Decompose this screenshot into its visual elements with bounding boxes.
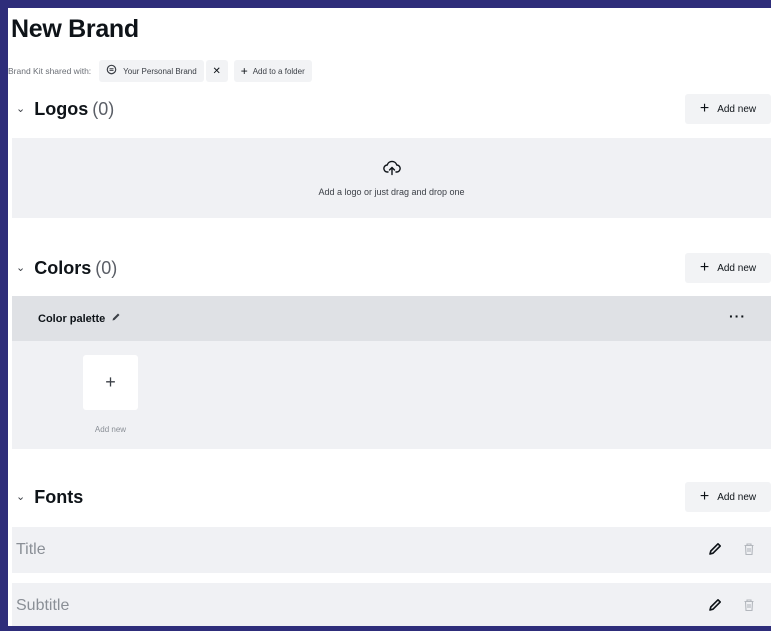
chevron-down-icon: ⌄ — [16, 490, 26, 503]
logos-title: Logos — [34, 98, 89, 119]
share-label: Brand Kit shared with: — [8, 66, 92, 76]
fonts-add-new-button[interactable]: + Add new — [685, 482, 771, 512]
plus-icon: + — [699, 488, 710, 505]
font-row-subtitle[interactable]: Subtitle — [12, 583, 771, 626]
font-name: Subtitle — [16, 597, 70, 614]
brand-icon — [106, 64, 117, 78]
logos-add-new-button[interactable]: + Add new — [685, 94, 771, 124]
share-row: Brand Kit shared with: Your Personal Bra… — [8, 60, 312, 82]
colors-section-toggle[interactable]: ⌄ Colors (0) — [16, 253, 117, 283]
logos-section-toggle[interactable]: ⌄ Logos (0) — [16, 94, 114, 124]
font-row-title[interactable]: Title — [12, 527, 771, 573]
trash-icon[interactable] — [741, 541, 757, 557]
colors-add-new-button[interactable]: + Add new — [685, 253, 771, 283]
chevron-down-icon: ⌄ — [16, 261, 26, 274]
more-options-button[interactable]: ··· — [729, 308, 746, 324]
plus-icon: + — [105, 372, 116, 392]
page-title: New Brand — [11, 15, 139, 43]
brand-kit-panel: New Brand Brand Kit shared with: Your Pe… — [8, 8, 771, 626]
brand-chip-label: Your Personal Brand — [123, 66, 197, 76]
logo-drop-zone[interactable]: Add a logo or just drag and drop one — [12, 138, 771, 218]
color-palette-body: + Add new — [12, 341, 771, 449]
logo-drop-text: Add a logo or just drag and drop one — [318, 186, 465, 197]
colors-add-new-label: Add new — [717, 262, 757, 274]
logos-add-new-label: Add new — [717, 103, 757, 115]
palette-name[interactable]: Color palette — [38, 313, 105, 325]
plus-icon: + — [240, 64, 248, 78]
chevron-down-icon: ⌄ — [16, 102, 26, 115]
brand-chip[interactable]: Your Personal Brand — [99, 60, 204, 82]
add-color-button[interactable]: + — [83, 355, 138, 410]
pencil-icon[interactable] — [707, 541, 723, 557]
pencil-icon[interactable] — [707, 597, 723, 613]
colors-count: (0) — [95, 257, 118, 278]
add-to-folder-button[interactable]: + Add to a folder — [233, 60, 312, 82]
font-name: Title — [16, 541, 46, 558]
close-icon: ✕ — [212, 65, 221, 77]
trash-icon[interactable] — [741, 597, 757, 613]
fonts-section-toggle[interactable]: ⌄ Fonts — [16, 482, 83, 512]
remove-share-button[interactable]: ✕ — [205, 60, 228, 82]
fonts-title: Fonts — [34, 486, 84, 507]
plus-icon: + — [699, 100, 710, 117]
colors-title: Colors — [34, 257, 92, 278]
cloud-upload-icon — [382, 160, 401, 187]
pencil-icon[interactable] — [111, 312, 121, 325]
add-color-label: Add new — [94, 425, 127, 434]
color-palette-header: Color palette ··· — [12, 296, 771, 341]
plus-icon: + — [699, 259, 710, 276]
corner-tab — [753, 8, 771, 16]
logos-count: (0) — [92, 98, 115, 119]
fonts-add-new-label: Add new — [717, 491, 757, 503]
add-to-folder-label: Add to a folder — [252, 66, 305, 76]
